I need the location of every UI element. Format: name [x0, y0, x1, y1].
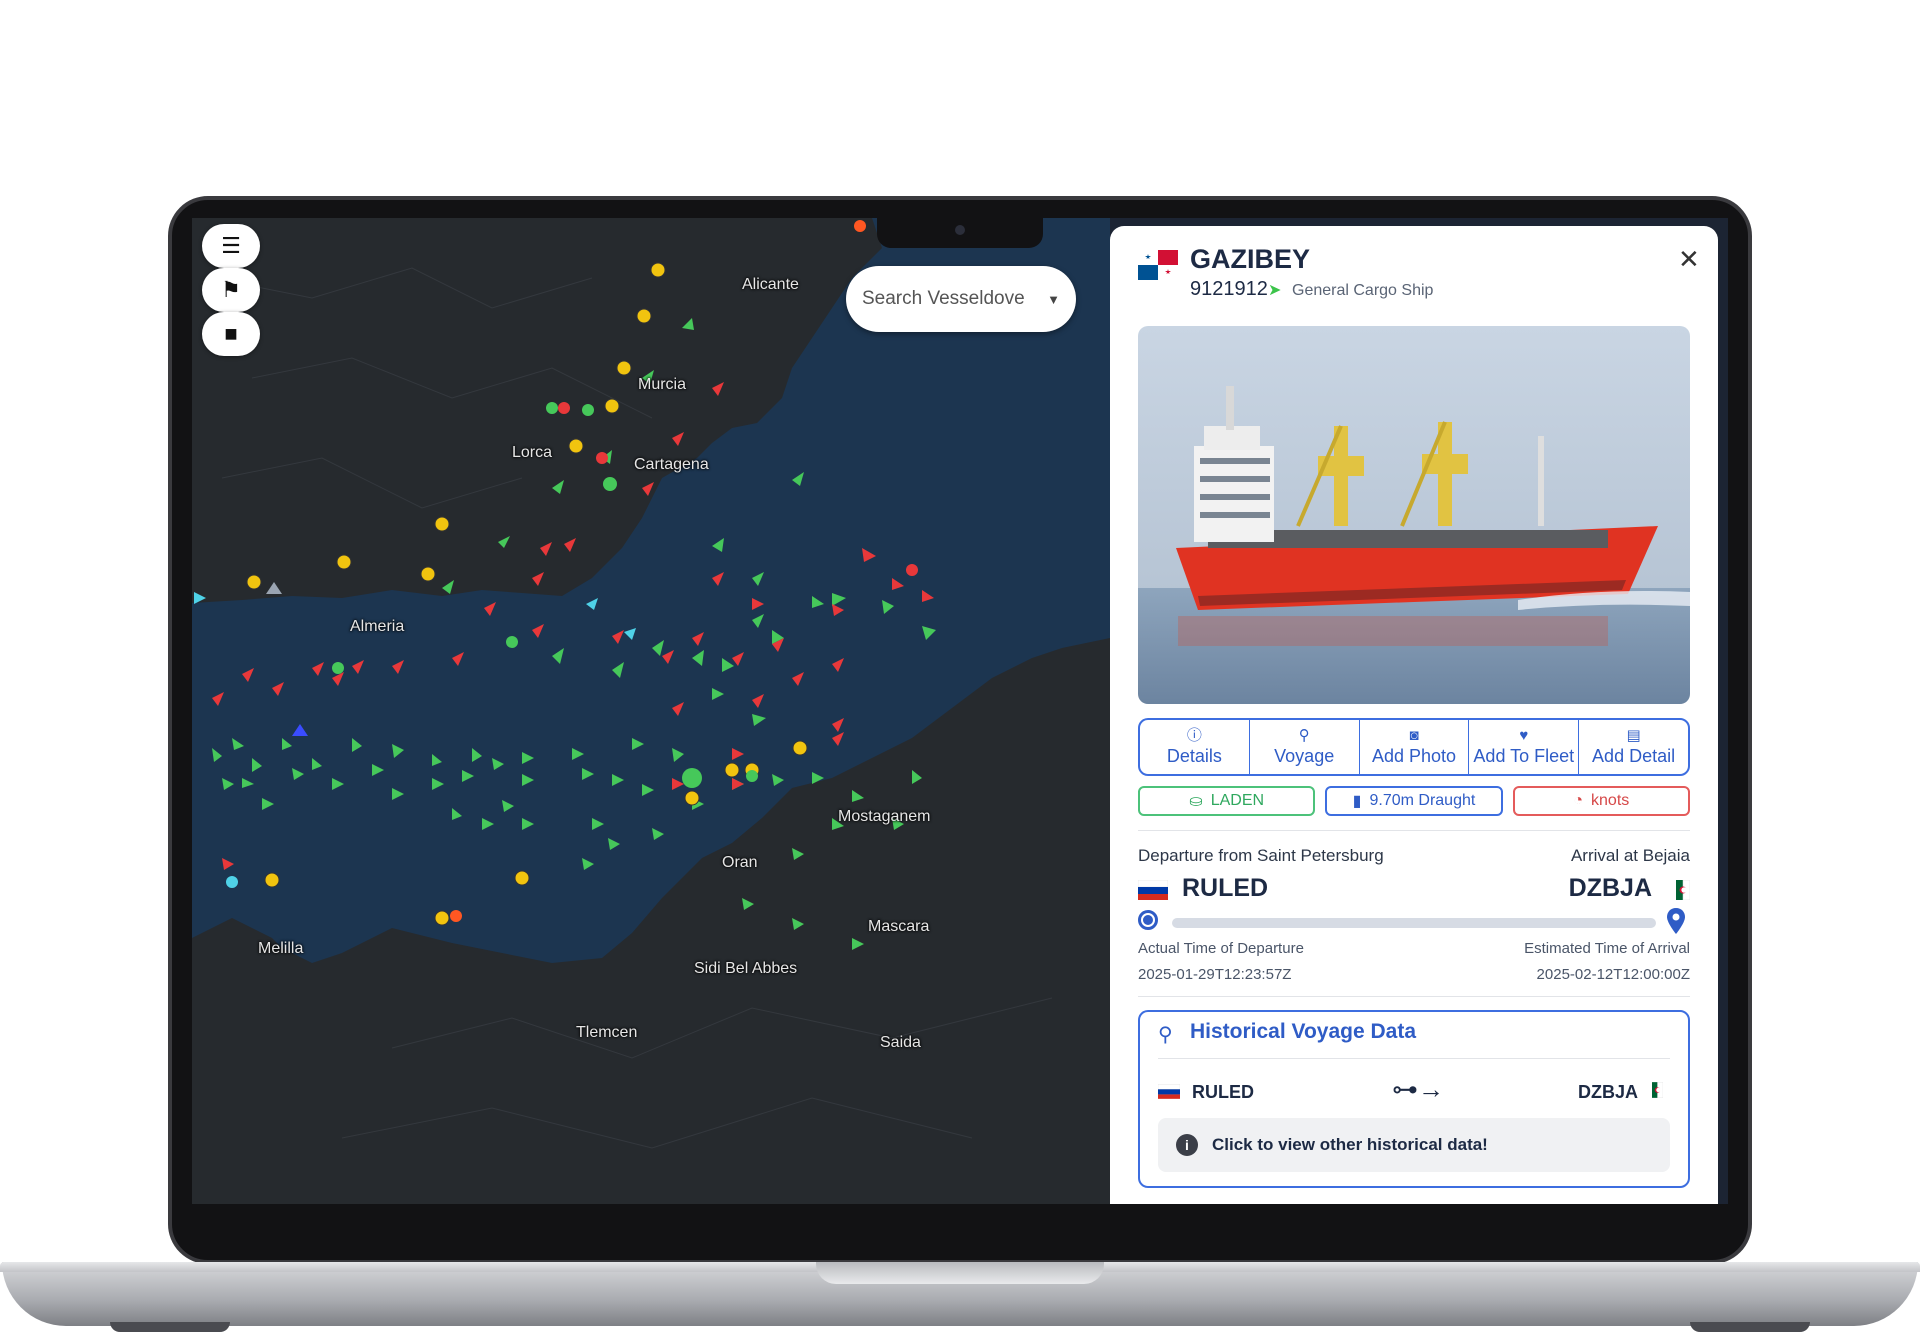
draught-badge: ▮ 9.70m Draught — [1325, 786, 1503, 816]
add-photo-button[interactable]: ◙ Add Photo — [1360, 720, 1470, 774]
ship-illustration — [1138, 326, 1690, 704]
algeria-flag-icon — [1676, 880, 1690, 900]
chevron-down-icon[interactable]: ▼ — [1047, 292, 1060, 307]
camera-icon: ◙ — [1409, 726, 1419, 744]
history-to-port: DZBJA — [1577, 1082, 1638, 1102]
city-label: Alicante — [742, 276, 799, 293]
historical-data-link[interactable]: i Click to view other historical data! — [1158, 1118, 1670, 1172]
laden-badge: ⛀ LADEN — [1138, 786, 1316, 816]
city-label: Saida — [880, 1034, 921, 1051]
map[interactable]: ☰ ⚑ ■ Search Vesseldove ▼ Alicante Murci… — [192, 218, 1110, 1204]
atd-label: Actual Time of Departure — [1138, 940, 1304, 957]
map-canvas — [192, 218, 1110, 1204]
map-edge — [1718, 218, 1728, 1204]
stop-icon: ■ — [224, 321, 238, 346]
navigation-arrow-icon: ➤ — [1268, 282, 1282, 299]
add-to-fleet-button[interactable]: ♥ Add To Fleet — [1469, 720, 1580, 774]
city-label: Tlemcen — [576, 1024, 638, 1041]
heart-icon: ♥ — [1519, 726, 1529, 744]
panama-flag-icon — [1138, 250, 1178, 280]
vessel-type: General Cargo Ship — [1292, 282, 1434, 299]
russia-flag-icon — [1138, 880, 1168, 900]
stop-button[interactable]: ■ — [202, 312, 260, 356]
vessel-actions: ⓘ Details ⚲ Voyage ◙ Add Photo ♥ Add To … — [1138, 718, 1690, 776]
vessel-photo — [1138, 326, 1690, 704]
arrow-right-icon: ⊶→ — [1392, 1074, 1444, 1104]
info-icon: ⓘ — [1186, 726, 1202, 744]
history-from-port: RULED — [1192, 1082, 1254, 1102]
vessel-panel: GAZIBEY 9121912 ➤ General Cargo Ship ✕ ⓘ… — [1110, 226, 1718, 1204]
historical-voyage-card[interactable]: ⚲ Historical Voyage Data RULED ⊶→ DZBJA … — [1138, 1010, 1690, 1188]
screen: ☰ ⚑ ■ Search Vesseldove ▼ Alicante Murci… — [192, 218, 1728, 1204]
divider — [1138, 830, 1690, 831]
draught-icon: ▮ — [1352, 793, 1362, 810]
route-icon: ⚲ — [1298, 726, 1310, 744]
atd-value: 2025-01-29T12:23:57Z — [1138, 966, 1292, 983]
city-label: Mostaganem — [838, 808, 931, 825]
info-icon: i — [1176, 1134, 1198, 1156]
destination-pin-icon — [1667, 908, 1685, 934]
departure-port-code: RULED — [1182, 874, 1269, 902]
details-button[interactable]: ⓘ Details — [1140, 720, 1250, 774]
city-label: Murcia — [638, 376, 687, 393]
flag-button[interactable]: ⚑ — [202, 268, 260, 312]
flag-icon: ⚑ — [221, 277, 241, 302]
laptop-foot — [110, 1322, 230, 1332]
city-label: Melilla — [258, 940, 304, 957]
city-label: Cartagena — [634, 456, 709, 473]
add-detail-button[interactable]: ▤ Add Detail — [1579, 720, 1688, 774]
city-label: Lorca — [512, 444, 553, 461]
divider — [1138, 996, 1690, 997]
search-input[interactable]: Search Vesseldove — [862, 288, 1025, 310]
voyage-progress — [1172, 918, 1656, 928]
city-label: Oran — [722, 854, 758, 871]
divider — [1158, 1058, 1670, 1059]
speedometer-icon: ◔ — [1573, 792, 1584, 809]
departure-marker-icon — [1138, 910, 1158, 930]
laptop-base-notch — [816, 1262, 1104, 1284]
vessel-name: GAZIBEY — [1190, 244, 1311, 274]
eta-value: 2025-02-12T12:00:00Z — [1536, 966, 1690, 983]
status-badges: ⛀ LADEN ▮ 9.70m Draught ◔ knots — [1138, 786, 1690, 816]
eta-label: Estimated Time of Arrival — [1524, 940, 1690, 957]
departure-label: Departure from Saint Petersburg — [1138, 846, 1384, 865]
vessel-imo: 9121912 — [1190, 278, 1268, 300]
speed-badge: ◔ knots — [1512, 786, 1690, 816]
vessel-search[interactable]: Search Vesseldove ▼ — [846, 266, 1076, 332]
note-icon: ▤ — [1626, 726, 1641, 744]
close-icon[interactable]: ✕ — [1678, 244, 1700, 275]
laptop-foot — [1690, 1322, 1810, 1332]
arrival-port-code: DZBJA — [1568, 874, 1652, 902]
menu-button[interactable]: ☰ — [202, 224, 260, 268]
menu-icon: ☰ — [221, 233, 241, 258]
algeria-flag-icon — [1652, 1082, 1663, 1098]
arrival-label: Arrival at Bejaia — [1570, 846, 1690, 865]
city-label: Sidi Bel Abbes — [694, 960, 798, 977]
voyage-button[interactable]: ⚲ Voyage — [1250, 720, 1360, 774]
camera-icon — [955, 225, 965, 235]
weight-icon: ⛀ — [1189, 793, 1203, 810]
historical-title: Historical Voyage Data — [1190, 1020, 1417, 1043]
route-icon: ⚲ — [1158, 1024, 1173, 1046]
city-label: Mascara — [868, 918, 930, 935]
russia-flag-icon — [1158, 1084, 1180, 1099]
city-label: Almeria — [350, 618, 405, 635]
